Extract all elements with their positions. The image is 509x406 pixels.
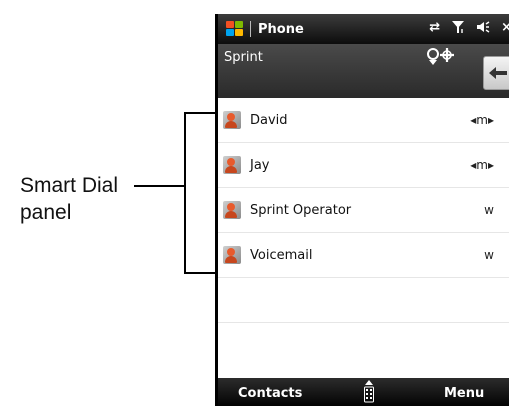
close-icon[interactable]: × [501,20,509,38]
backspace-arrow-icon [489,62,507,85]
carrier-name: Sprint [224,50,263,65]
title-separator [250,21,251,37]
keypad-icon[interactable] [364,380,374,404]
contact-icon [223,111,241,129]
status-icons: ⇄ × [429,20,509,38]
number-type[interactable]: ◂m▸ [470,158,494,172]
list-item[interactable]: David ◂m▸ [218,98,509,143]
contact-name: Jay [250,157,270,173]
callout-line2: panel [20,201,72,224]
list-item[interactable]: Sprint Operator w [218,188,509,233]
sync-icon[interactable]: ⇄ [429,20,440,38]
contact-name: Sprint Operator [250,202,352,218]
softkey-bar: Contacts Menu [218,378,509,406]
list-item[interactable]: Voicemail w [218,233,509,278]
backspace-button[interactable] [483,56,509,90]
callout-label: Smart Dial panel [20,172,118,226]
callout-bracket-vertical [184,112,186,274]
contact-icon [223,156,241,174]
empty-row [218,278,509,323]
page-title: Phone [258,21,304,37]
contact-name: Voicemail [250,247,313,263]
roaming-network-icon [426,46,456,71]
contacts-softkey[interactable]: Contacts [238,386,302,401]
list-item[interactable]: Jay ◂m▸ [218,143,509,188]
contact-icon [223,201,241,219]
smart-dial-panel: David ◂m▸ Jay ◂m▸ Sprint Operator w Voic… [218,98,509,368]
title-bar: Phone ⇄ × [218,14,509,44]
speaker-icon[interactable] [476,20,490,38]
contact-icon [223,246,241,264]
number-type[interactable]: ◂m▸ [470,113,494,127]
number-type: w [484,248,494,262]
number-type: w [484,203,494,217]
carrier-bar: Sprint [218,44,509,98]
contact-name: David [250,112,288,128]
empty-row [218,323,509,368]
callout-connector [134,185,186,187]
phone-screen: Phone ⇄ × Sprint David ◂m▸ [215,14,509,406]
callout-line1: Smart Dial [20,174,119,197]
windows-start-icon[interactable] [224,20,244,38]
menu-softkey[interactable]: Menu [444,386,484,401]
signal-icon[interactable] [451,20,465,38]
